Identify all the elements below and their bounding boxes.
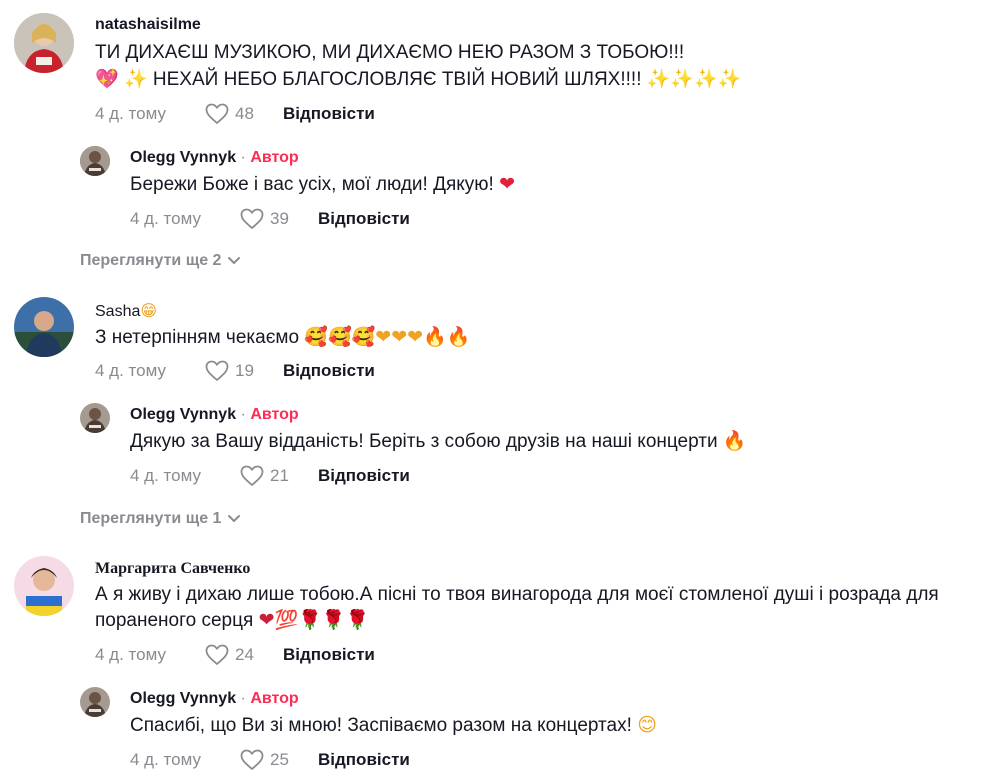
reply-username-line: Olegg Vynnyk · Автор (130, 149, 299, 167)
comment-text-line2-wrap: 💖 ✨ НЕХАЙ НЕБО БЛАГОСЛОВЛЯЄ ТВІЙ НОВИЙ Ш… (95, 66, 741, 93)
comment-meta: 4 д. тому 19 Відповісти (95, 359, 375, 383)
reply-button[interactable]: Відповісти (318, 750, 410, 770)
reply-text: Спасибі, що Ви зі мною! Заспіваємо разом… (130, 715, 632, 736)
avatar[interactable] (14, 13, 74, 73)
heart-icon[interactable] (205, 103, 229, 125)
separator: · (236, 690, 251, 707)
reply-button[interactable]: Відповісти (283, 361, 375, 381)
grinning-emoji: 😁 (140, 301, 158, 320)
emoji-group: ❤💯🌹🌹🌹 (258, 609, 370, 631)
reply-button[interactable]: Відповісти (318, 209, 410, 229)
reply-text-wrap: Дякую за Вашу відданість! Беріть з собою… (130, 428, 747, 455)
smiling-emoji: 😊 (637, 714, 657, 736)
reply-text: Бережи Боже і вас усіх, мої люди! Дякую! (130, 174, 494, 195)
view-more-replies-button[interactable]: Переглянути ще 1 (80, 510, 241, 528)
reply-username[interactable]: Olegg Vynnyk (130, 690, 236, 707)
view-more-label: Переглянути ще 2 (80, 252, 222, 269)
avatar-natashaisilme-image (14, 13, 74, 73)
reply-username[interactable]: Olegg Vynnyk (130, 149, 236, 166)
view-more-replies-button[interactable]: Переглянути ще 2 (80, 252, 241, 270)
comment-meta: 4 д. тому 24 Відповісти (95, 643, 375, 667)
author-badge: Автор (250, 690, 299, 707)
avatar-olegg-image (80, 687, 110, 717)
heart-icon[interactable] (205, 644, 229, 666)
heart-sparkle-emoji: 💖 (95, 68, 119, 90)
like-count: 21 (270, 466, 289, 485)
reply-date: 4 д. тому (130, 209, 201, 228)
like-count: 48 (235, 104, 254, 123)
comment-date: 4 д. тому (95, 645, 166, 664)
comment-username[interactable]: Маргарита Савченко (95, 560, 250, 578)
like-count: 25 (270, 750, 289, 769)
comment-text-line1: А я живу і дихаю лише тобою.А пісні то т… (95, 584, 939, 605)
emoji-group: 🥰🥰🥰❤❤❤🔥🔥 (304, 326, 471, 348)
reply-button[interactable]: Відповісти (318, 466, 410, 486)
comment-text-line1: ТИ ДИХАЄШ МУЗИКОЮ, МИ ДИХАЄМО НЕЮ РАЗОМ … (95, 42, 685, 63)
sparkles-emoji-group: ✨✨✨✨ (646, 68, 742, 90)
heart-icon[interactable] (205, 360, 229, 382)
avatar[interactable] (80, 687, 110, 717)
reply-meta: 4 д. тому 25 Відповісти (130, 748, 410, 772)
view-more-label: Переглянути ще 1 (80, 510, 222, 527)
reply-button[interactable]: Відповісти (283, 645, 375, 665)
comment-date: 4 д. тому (95, 104, 166, 123)
avatar-olegg-image (80, 403, 110, 433)
comment-username[interactable]: natashaisilme (95, 16, 201, 34)
comment-username[interactable]: Sasha (95, 303, 140, 320)
comment-date: 4 д. тому (95, 361, 166, 380)
like-count: 24 (235, 645, 254, 664)
comment-text-wrap: З нетерпінням чекаємо 🥰🥰🥰❤❤❤🔥🔥 (95, 324, 470, 351)
comment-username-line: Sasha😁 (95, 301, 157, 321)
chevron-down-icon (228, 257, 241, 264)
avatar[interactable] (14, 556, 74, 616)
avatar[interactable] (80, 146, 110, 176)
reply-username-line: Olegg Vynnyk · Автор (130, 690, 299, 708)
avatar-sasha-image (14, 297, 74, 357)
reply-meta: 4 д. тому 21 Відповісти (130, 464, 410, 488)
separator: · (236, 149, 251, 166)
reply-username-line: Olegg Vynnyk · Автор (130, 406, 299, 424)
sparkles-emoji: ✨ (123, 68, 148, 90)
avatar-margaryta-image (14, 556, 74, 616)
author-badge: Автор (250, 149, 299, 166)
reply-meta: 4 д. тому 39 Відповісти (130, 207, 410, 231)
comment-text-line2: пораненого серця (95, 610, 254, 631)
reply-button[interactable]: Відповісти (283, 104, 375, 124)
separator: · (236, 406, 251, 423)
fire-emoji: 🔥 (722, 430, 747, 452)
avatar[interactable] (80, 403, 110, 433)
reply-text: Дякую за Вашу відданість! Беріть з собою… (130, 431, 718, 452)
heart-icon[interactable] (240, 465, 264, 487)
heart-icon[interactable] (240, 208, 264, 230)
like-count: 39 (270, 209, 289, 228)
reply-date: 4 д. тому (130, 466, 201, 485)
comment-text-line2: НЕХАЙ НЕБО БЛАГОСЛОВЛЯЄ ТВІЙ НОВИЙ ШЛЯХ!… (152, 69, 642, 90)
author-badge: Автор (250, 406, 299, 423)
like-count: 19 (235, 361, 254, 380)
heart-icon[interactable] (240, 749, 264, 771)
red-heart-emoji: ❤ (499, 173, 516, 195)
avatar[interactable] (14, 297, 74, 357)
chevron-down-icon (228, 515, 241, 522)
comment-text-line2-wrap: пораненого серця ❤💯🌹🌹🌹 (95, 607, 369, 634)
reply-text-wrap: Бережи Боже і вас усіх, мої люди! Дякую!… (130, 171, 515, 198)
comment-text: З нетерпінням чекаємо (95, 327, 300, 348)
avatar-olegg-image (80, 146, 110, 176)
reply-username[interactable]: Olegg Vynnyk (130, 406, 236, 423)
comment-meta: 4 д. тому 48 Відповісти (95, 102, 375, 126)
reply-text-wrap: Спасибі, що Ви зі мною! Заспіваємо разом… (130, 712, 657, 739)
reply-date: 4 д. тому (130, 750, 201, 769)
